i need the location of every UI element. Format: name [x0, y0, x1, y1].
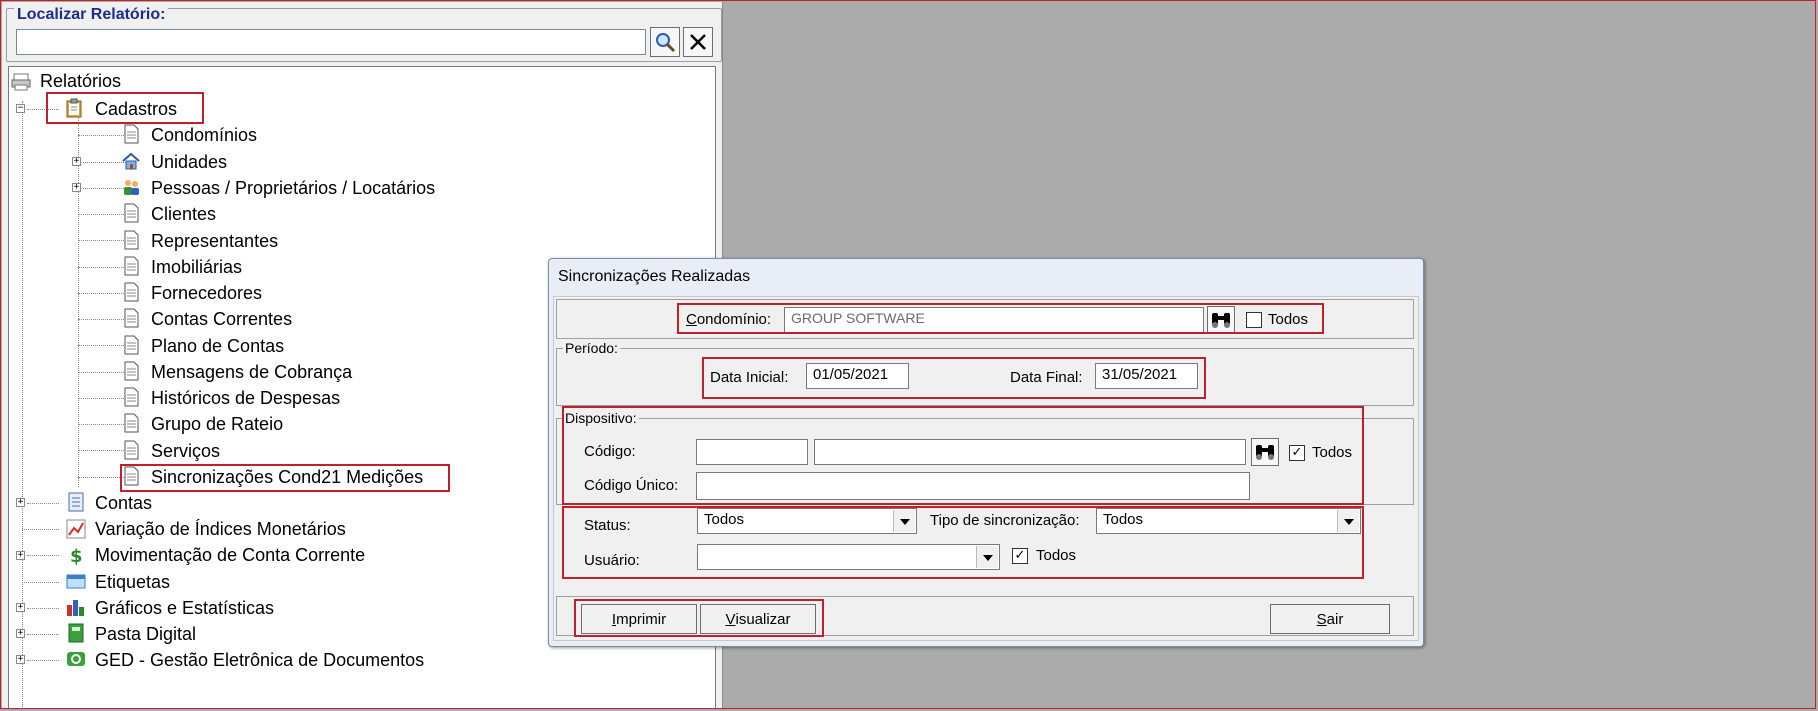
tree-item-fornecedores[interactable]: Fornecedores: [151, 283, 262, 304]
tree-item-servicos[interactable]: Serviços: [151, 441, 220, 462]
periodo-legend: Período:: [563, 340, 620, 356]
tree-item-etiquetas[interactable]: Etiquetas: [95, 572, 170, 593]
tree-root-relatorios[interactable]: Relatórios: [40, 71, 121, 92]
tree-item-graficos[interactable]: Gráficos e Estatísticas: [95, 598, 274, 619]
expand-ged-toggle[interactable]: +: [16, 655, 25, 664]
ledger-icon: [68, 492, 84, 512]
green-book-icon: [68, 623, 84, 643]
clear-search-button[interactable]: [683, 27, 713, 57]
expand-graficos-toggle[interactable]: +: [16, 603, 25, 612]
finder-legend: Localizar Relatório:: [14, 6, 169, 24]
printer-icon: [11, 73, 31, 91]
highlight-condominio: [677, 303, 1324, 334]
tree-item-plano-de-contas[interactable]: Plano de Contas: [151, 336, 284, 357]
label-icon: [66, 574, 86, 589]
document-icon: [124, 230, 139, 250]
expand-contas-toggle[interactable]: +: [16, 498, 25, 507]
sair-button[interactable]: Sair: [1270, 604, 1390, 634]
expand-pessoas-toggle[interactable]: +: [72, 183, 81, 192]
tree-item-movimentacao-conta[interactable]: Movimentação de Conta Corrente: [95, 545, 365, 566]
magnifier-icon: [656, 33, 676, 53]
tree-item-variacao-indices[interactable]: Variação de Índices Monetários: [95, 519, 346, 540]
highlight-buttons: [574, 599, 824, 637]
document-icon: [124, 440, 139, 460]
search-button[interactable]: [650, 27, 680, 57]
tree-item-contas-correntes[interactable]: Contas Correntes: [151, 309, 292, 330]
expand-pasta-digital-toggle[interactable]: +: [16, 629, 25, 638]
tree-item-contas[interactable]: Contas: [95, 493, 152, 514]
document-icon: [124, 361, 139, 381]
document-icon: [124, 282, 139, 302]
tree-item-grupo-rateio[interactable]: Grupo de Rateio: [151, 414, 283, 435]
tree-item-clientes[interactable]: Clientes: [151, 204, 216, 225]
document-icon: [124, 256, 139, 276]
highlight-filtros: [562, 506, 1364, 579]
tree-item-ged[interactable]: GED - Gestão Eletrônica de Documentos: [95, 650, 424, 671]
highlight-sincronizacoes: [120, 464, 450, 492]
bar-chart-icon: [67, 600, 84, 616]
highlight-cadastros: [46, 92, 204, 124]
collapse-cadastros-toggle[interactable]: −: [16, 104, 25, 113]
expand-movimentacao-toggle[interactable]: +: [16, 551, 25, 560]
document-icon: [124, 203, 139, 223]
tree-item-imobiliarias[interactable]: Imobiliárias: [151, 257, 242, 278]
highlight-periodo: [702, 357, 1206, 399]
svg-text:$: $: [70, 546, 83, 565]
tree-item-historicos-despesas[interactable]: Históricos de Despesas: [151, 388, 340, 409]
document-icon: [124, 413, 139, 433]
ged-icon: [67, 652, 85, 666]
people-icon: [124, 180, 139, 195]
house-icon: [122, 152, 140, 170]
tree-item-representantes[interactable]: Representantes: [151, 231, 278, 252]
highlight-dispositivo: [562, 406, 1364, 505]
tree-item-condominios[interactable]: Condomínios: [151, 125, 257, 146]
report-search-input[interactable]: [16, 29, 646, 55]
document-icon: [124, 387, 139, 407]
document-icon: [124, 335, 139, 355]
tree-item-unidades[interactable]: Unidades: [151, 152, 227, 173]
close-icon: [690, 34, 706, 50]
dialog-title: Sincronizações Realizadas: [558, 268, 751, 285]
expand-unidades-toggle[interactable]: +: [72, 157, 81, 166]
dollar-icon: $: [70, 546, 83, 565]
chart-line-icon: [66, 519, 86, 539]
tree-item-pasta-digital[interactable]: Pasta Digital: [95, 624, 196, 645]
document-icon: [124, 124, 139, 144]
tree-item-mensagens-cobranca[interactable]: Mensagens de Cobrança: [151, 362, 352, 383]
document-icon: [124, 308, 139, 328]
tree-item-pessoas[interactable]: Pessoas / Proprietários / Locatários: [151, 178, 435, 199]
